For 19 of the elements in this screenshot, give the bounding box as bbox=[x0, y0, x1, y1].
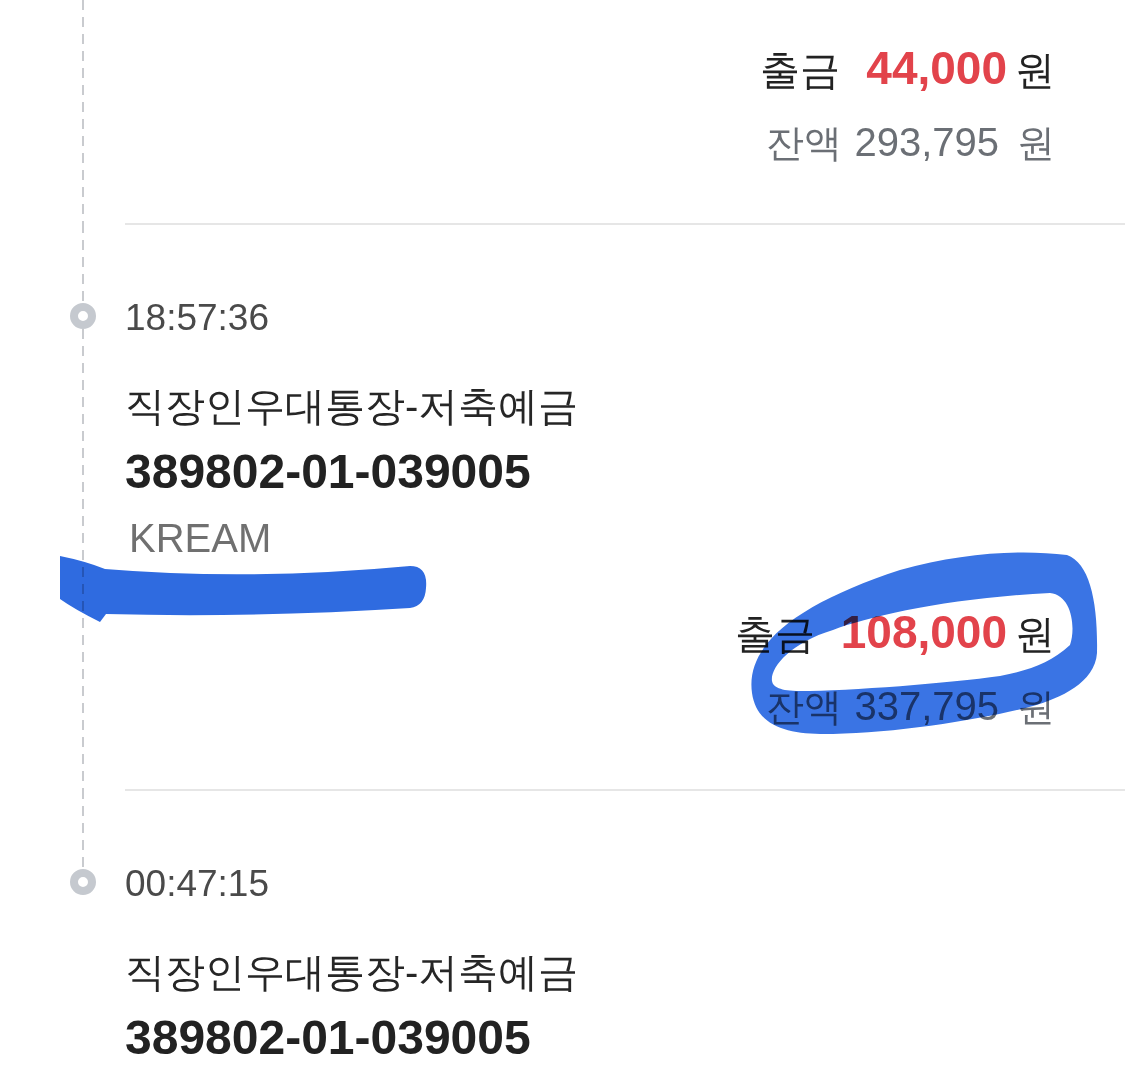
account-number: 389802-01-039005 bbox=[125, 444, 532, 500]
transaction-time: 00:47:15 bbox=[125, 862, 271, 906]
transaction-time: 18:57:36 bbox=[125, 296, 271, 340]
amount-value: 108,000 bbox=[840, 605, 1007, 660]
transaction-memo: KREAM bbox=[128, 515, 273, 562]
amount-value: 44,000 bbox=[866, 41, 1007, 96]
currency-unit: 원 bbox=[1015, 611, 1055, 658]
balance-value: 293,795 bbox=[854, 119, 999, 166]
transaction-type-label: 출금 bbox=[760, 47, 841, 94]
balance-label: 잔액 bbox=[766, 685, 843, 730]
balance-value: 337,795 bbox=[854, 683, 999, 730]
account-name: 직장인우대통장-저축예금 bbox=[125, 949, 580, 996]
currency-unit: 원 bbox=[1015, 47, 1055, 94]
timeline-dot-icon bbox=[70, 303, 96, 329]
account-number: 389802-01-039005 bbox=[125, 1010, 532, 1066]
timeline-dot-icon bbox=[70, 869, 96, 895]
currency-unit: 원 bbox=[1017, 121, 1055, 166]
account-name: 직장인우대통장-저축예금 bbox=[125, 383, 580, 430]
balance-label: 잔액 bbox=[766, 121, 843, 166]
